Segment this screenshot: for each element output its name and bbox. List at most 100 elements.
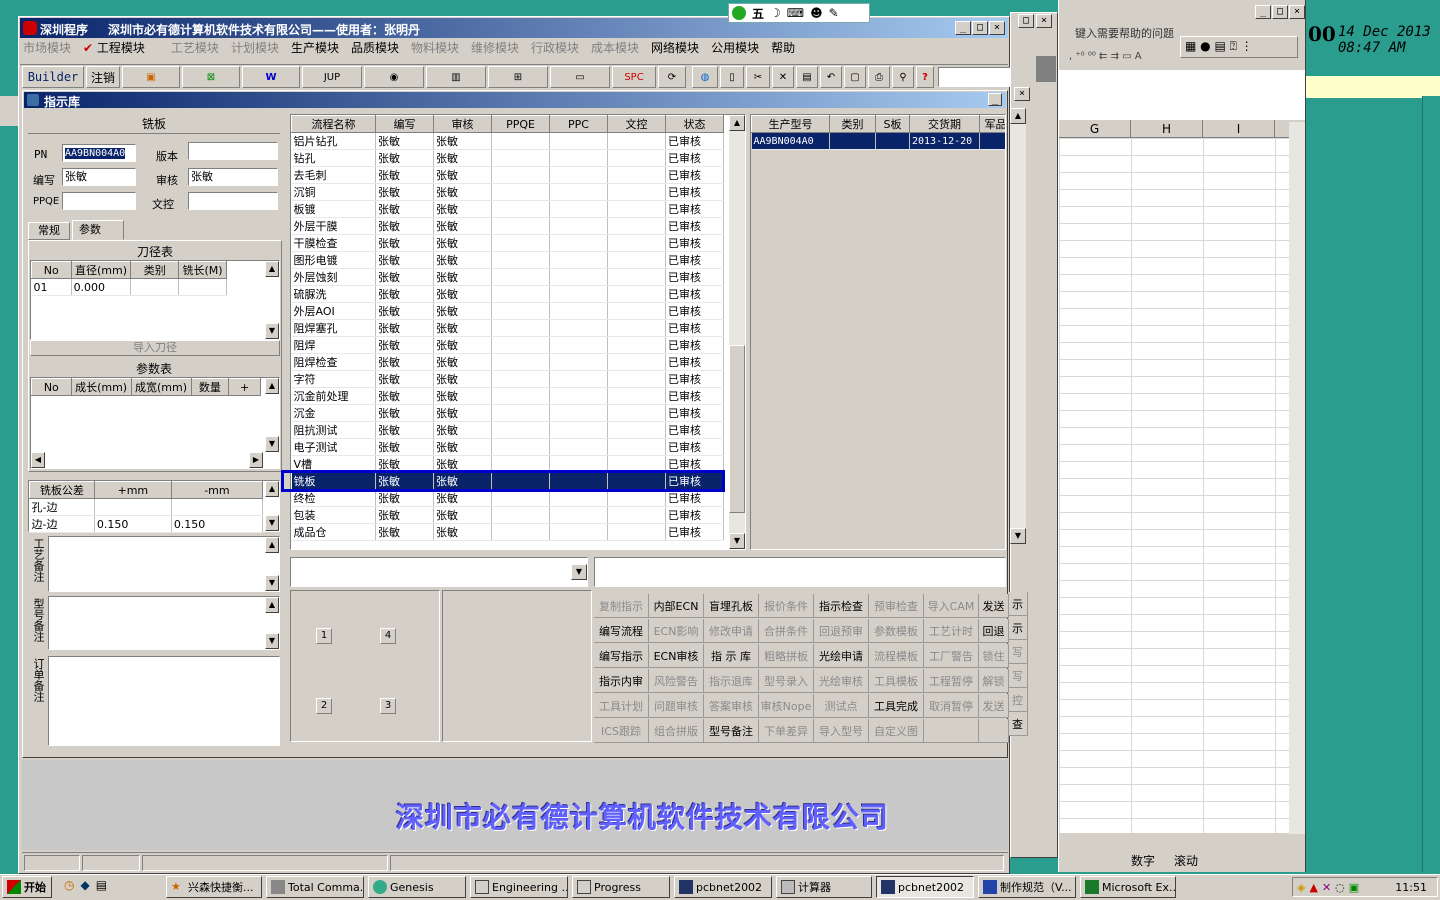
table-row[interactable]: 阻抗测试 张敏 张敏 已审核 xyxy=(291,421,724,439)
tol-col-name[interactable]: 铣板公差 xyxy=(29,481,95,499)
command-button[interactable]: 发送 xyxy=(979,594,1009,618)
command-button[interactable]: 编写指示 xyxy=(594,644,649,668)
eye-icon[interactable]: ◉ xyxy=(364,66,424,88)
menu-help[interactable]: 帮助 xyxy=(771,39,795,57)
taskbar-item-8[interactable]: pcbnet2002 xyxy=(876,876,974,898)
notes-input[interactable] xyxy=(594,557,1006,587)
param-col-qty[interactable]: 数量 xyxy=(190,378,230,396)
excel-col-h[interactable]: H xyxy=(1131,120,1203,137)
globe-icon[interactable]: ◍ xyxy=(692,66,718,88)
side-cmd-4[interactable]: 写 xyxy=(1008,664,1028,688)
menu-cost[interactable]: 成本模块 xyxy=(591,39,639,57)
jup-button[interactable]: JUP xyxy=(302,66,362,88)
table-row[interactable]: 外层AOI 张敏 张敏 已审核 xyxy=(291,302,724,320)
process-scroll-down-icon[interactable]: ▼ xyxy=(729,533,745,549)
command-button[interactable]: 回退 xyxy=(979,619,1009,643)
tool-scroll-down-icon[interactable]: ▼ xyxy=(265,323,279,339)
command-button[interactable]: 发送 xyxy=(979,694,1009,718)
table-row[interactable]: 沉金 张敏 张敏 已审核 xyxy=(291,404,724,422)
process-col-reviewer[interactable]: 审核 xyxy=(433,115,492,133)
command-button[interactable]: 取消暂停 xyxy=(924,694,979,718)
clock-app-icon[interactable]: ◷ xyxy=(64,878,74,896)
param-col-wid[interactable]: 成宽(mm) xyxy=(130,378,192,396)
table-row[interactable]: 沉金前处理 张敏 张敏 已审核 xyxy=(291,387,724,405)
command-button[interactable]: 指示内审 xyxy=(594,669,649,693)
command-button[interactable]: 指 示 库 xyxy=(704,644,759,668)
find-icon[interactable]: ⚲ xyxy=(892,66,914,88)
excel-icon[interactable]: ⊠ xyxy=(182,66,240,88)
product-col-s[interactable]: S板 xyxy=(875,115,910,133)
new-icon[interactable]: ▯ xyxy=(720,66,744,88)
menu-craft[interactable]: 工艺模块 xyxy=(171,39,219,57)
command-button[interactable]: ECN审核 xyxy=(649,644,704,668)
process-col-name[interactable]: 流程名称 xyxy=(291,115,376,133)
command-button[interactable]: 修改申请 xyxy=(704,619,759,643)
command-button[interactable]: 问题审核 xyxy=(649,694,704,718)
param-col-no[interactable]: No xyxy=(31,378,72,396)
excel-vscroll[interactable] xyxy=(1289,122,1305,834)
excel-maximize-button[interactable]: □ xyxy=(1272,5,1288,19)
command-button[interactable]: 型号备注 xyxy=(704,719,759,743)
process-filter-combo[interactable]: ▼ xyxy=(290,557,588,587)
excel-close-button[interactable]: × xyxy=(1289,5,1305,19)
command-button[interactable]: 审核Nope xyxy=(759,694,814,718)
main-close-button[interactable]: × xyxy=(989,21,1005,35)
side-cmd-1[interactable]: 示 xyxy=(1008,592,1028,616)
product-grid-container[interactable]: 生产型号 类别 S板 交货期 军品 AA9BN004A0 2013-12-20 xyxy=(750,114,1006,550)
bg-scroll[interactable] xyxy=(1010,108,1026,544)
taskbar-item-10[interactable]: Microsoft Ex... xyxy=(1080,876,1176,898)
process-scroll-up-icon[interactable]: ▲ xyxy=(729,115,745,131)
table-row[interactable]: 外层蚀刻 张敏 张敏 已审核 xyxy=(291,268,724,286)
tolerance-table[interactable]: 铣板公差 +mm -mm 孔-边 边-边 0.150 0.150 ▲ ▼ xyxy=(28,480,280,533)
table-row[interactable]: 成品仓 张敏 张敏 已审核 xyxy=(291,523,724,541)
param-table[interactable]: No 成长(mm) 成宽(mm) 数量 + ▲ ▼ ◀ ▶ xyxy=(30,377,280,469)
tray-icon-1[interactable]: ◈ xyxy=(1297,881,1305,894)
craft-scroll-up-icon[interactable]: ▲ xyxy=(265,537,279,553)
command-button[interactable]: 报价条件 xyxy=(759,594,814,618)
bg-maximize-button[interactable]: □ xyxy=(1018,14,1034,28)
param-scroll-right-icon[interactable]: ▶ xyxy=(249,452,263,468)
process-vscroll[interactable]: ▲ ▼ xyxy=(729,115,745,549)
ppqe-field[interactable] xyxy=(62,192,136,210)
menu-quality[interactable]: 品质模块 xyxy=(351,39,399,57)
command-button[interactable] xyxy=(979,719,1009,743)
command-button[interactable]: 编写流程 xyxy=(594,619,649,643)
database-icon[interactable]: ▥ xyxy=(426,66,486,88)
command-button[interactable]: 导入型号 xyxy=(814,719,869,743)
command-button[interactable]: ICS跟踪 xyxy=(594,719,649,743)
order-note-field[interactable] xyxy=(48,656,280,746)
logout-button[interactable]: 注销 xyxy=(86,66,120,88)
taskbar-item-2[interactable]: Total Comma... xyxy=(266,876,364,898)
start-button[interactable]: 开始 xyxy=(2,876,52,898)
tray-icon-5[interactable]: ▣ xyxy=(1349,881,1359,894)
tol-col-minus[interactable]: -mm xyxy=(170,481,264,499)
product-col-model[interactable]: 生产型号 xyxy=(751,115,830,133)
excel-col-g[interactable]: G xyxy=(1059,120,1131,137)
tab-general[interactable]: 常规 xyxy=(28,222,70,240)
command-button[interactable]: 测试点 xyxy=(814,694,869,718)
pcb-app-icon[interactable]: ◆ xyxy=(80,878,89,896)
model-scroll-down-icon[interactable]: ▼ xyxy=(265,633,279,649)
command-button[interactable]: 回退预审 xyxy=(814,619,869,643)
craft-scroll-down-icon[interactable]: ▼ xyxy=(265,575,279,591)
excel-minimize-button[interactable]: _ xyxy=(1255,5,1271,19)
command-button[interactable]: 工具模板 xyxy=(869,669,924,693)
tol-col-plus[interactable]: +mm xyxy=(93,481,172,499)
param-scroll-down-icon[interactable]: ▼ xyxy=(265,436,279,452)
network-icon[interactable]: ⊞ xyxy=(488,66,548,88)
command-button[interactable]: 工艺计时 xyxy=(924,619,979,643)
tray-icon-4[interactable]: ◌ xyxy=(1335,881,1345,894)
preview-icon[interactable]: ▢ xyxy=(844,66,866,88)
menu-material[interactable]: 物料模块 xyxy=(411,39,459,57)
tool-col-type[interactable]: 类别 xyxy=(130,261,180,279)
version-field[interactable] xyxy=(188,142,278,160)
author-field[interactable]: 张敏 xyxy=(62,168,136,186)
command-button[interactable]: 粗略拼板 xyxy=(759,644,814,668)
process-col-status[interactable]: 状态 xyxy=(665,115,724,133)
menu-market[interactable]: 市场模块 xyxy=(23,39,71,57)
process-scroll-thumb[interactable] xyxy=(729,345,745,513)
table-row[interactable]: 阻焊检查 张敏 张敏 已审核 xyxy=(291,353,724,371)
command-button[interactable]: 盲埋孔板 xyxy=(704,594,759,618)
table-row[interactable]: 去毛刺 张敏 张敏 已审核 xyxy=(291,166,724,184)
command-button[interactable]: 解锁 xyxy=(979,669,1009,693)
